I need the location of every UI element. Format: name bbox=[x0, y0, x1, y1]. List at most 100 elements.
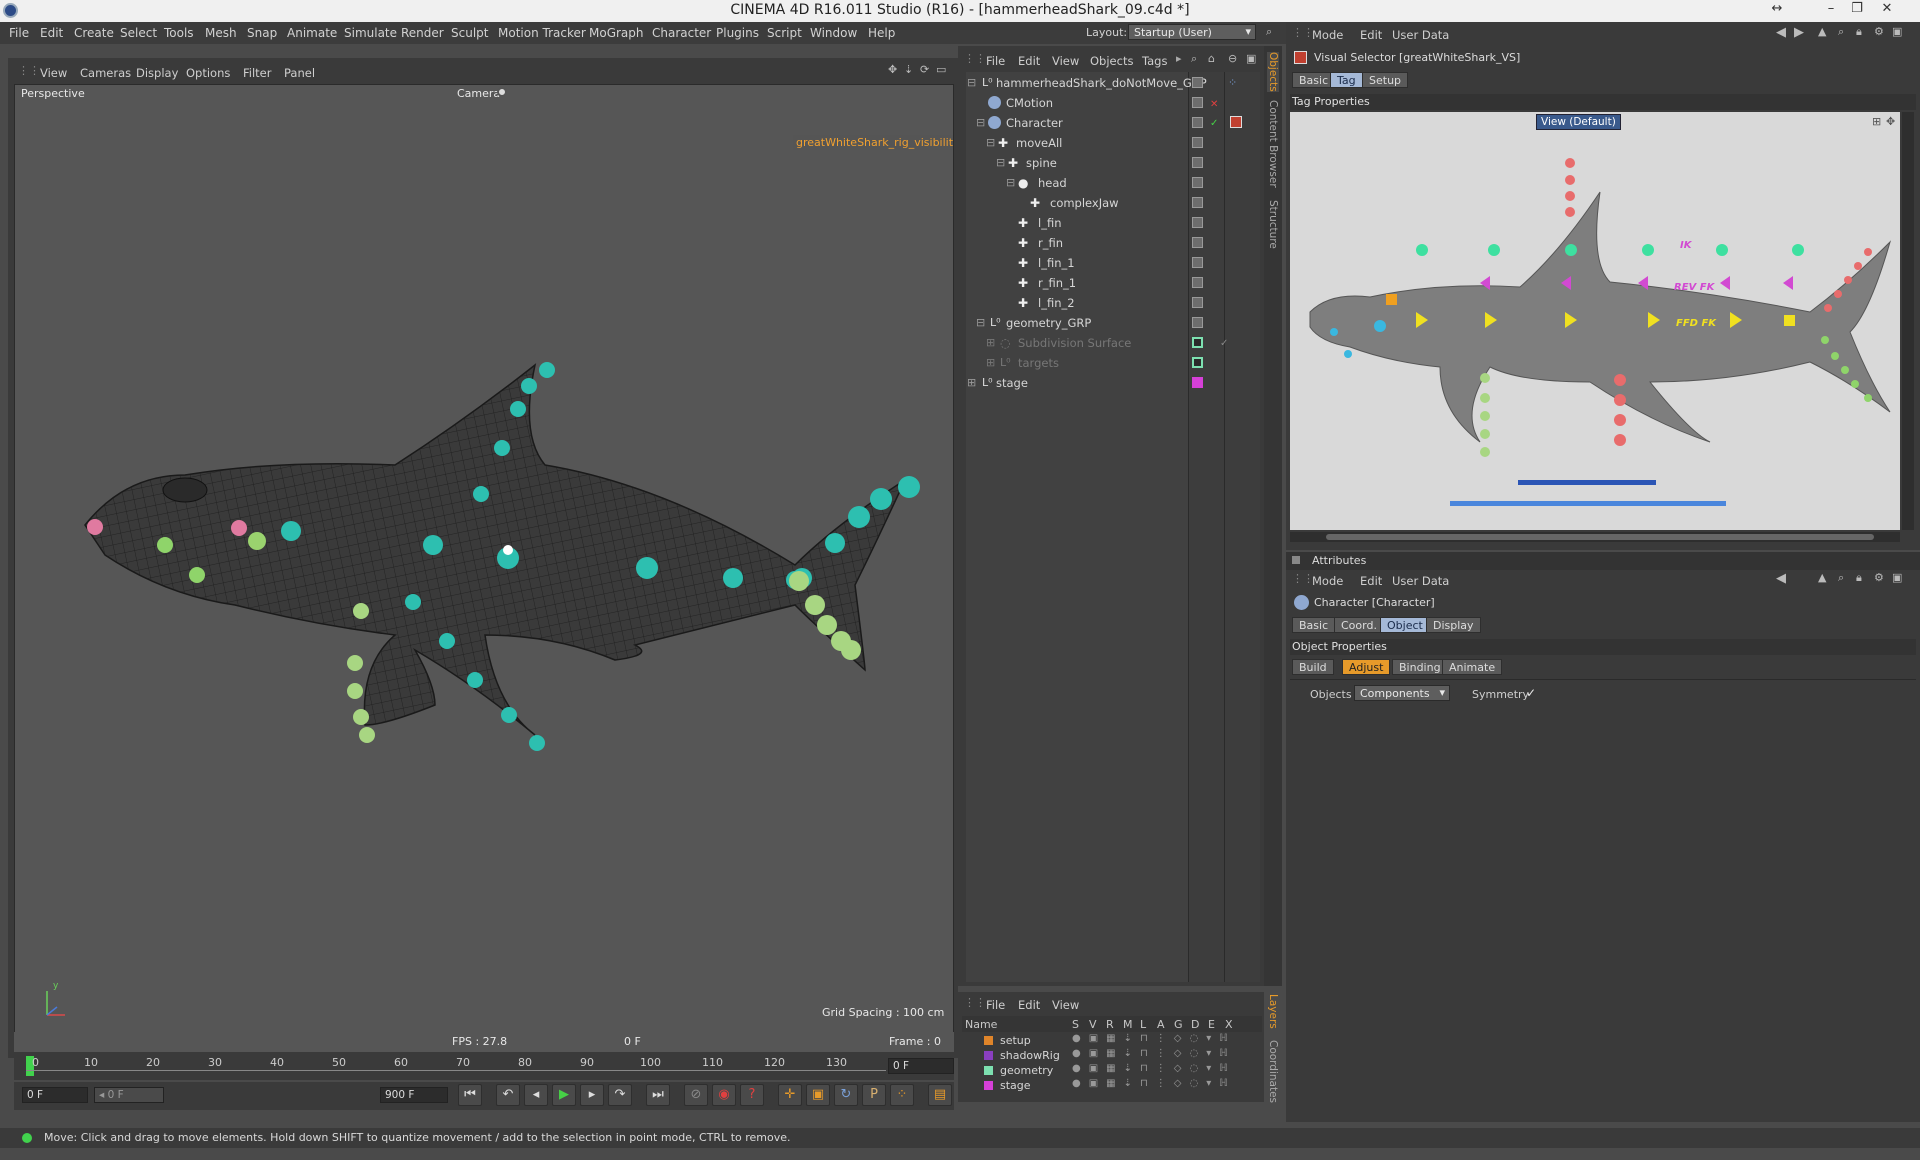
vs-tab-setup[interactable]: Setup bbox=[1362, 72, 1409, 88]
col-d[interactable]: D bbox=[1191, 1018, 1199, 1031]
menu-simulate[interactable]: Simulate bbox=[344, 26, 397, 40]
menu-edit[interactable]: Edit bbox=[40, 26, 63, 40]
om-menu-objects[interactable]: Objects bbox=[1090, 54, 1133, 68]
character-tag-icon[interactable] bbox=[1230, 116, 1242, 128]
layer-flag-icons[interactable]: ●▣▦⇣⊓⋮◇◌▾ℍ bbox=[1072, 1063, 1236, 1074]
layer-flag-stage[interactable] bbox=[1192, 377, 1203, 388]
layer-row-shadowrig[interactable]: shadowRig ●▣▦⇣⊓⋮◇◌▾ℍ bbox=[962, 1048, 1262, 1063]
range-slider[interactable]: ◂ 0 F bbox=[94, 1087, 164, 1103]
menu-script[interactable]: Script bbox=[767, 26, 802, 40]
attr-menu-edit[interactable]: Edit bbox=[1360, 574, 1382, 588]
layer-color-swatch[interactable] bbox=[984, 1036, 993, 1045]
tree-item-spine[interactable]: ⊟ ✚ spine bbox=[966, 153, 1259, 173]
lock-icon[interactable]: 🔒︎ bbox=[1856, 25, 1862, 39]
vs-menu-user-data[interactable]: User Data bbox=[1392, 28, 1449, 42]
current-frame-field[interactable]: 0 F bbox=[888, 1058, 954, 1074]
link-icon[interactable]: ⊖ bbox=[1228, 52, 1237, 65]
restore-button[interactable]: ❐ bbox=[1846, 1, 1868, 21]
visual-selector-canvas[interactable]: View (Default) ⊞ ✥ IK REV FK FFD FK bbox=[1290, 112, 1900, 530]
attr-tab-basic[interactable]: Basic bbox=[1292, 617, 1336, 633]
enabled-check-icon[interactable]: ✓ bbox=[1210, 118, 1218, 129]
tab-coordinates[interactable]: Coordinates bbox=[1267, 1040, 1279, 1103]
tree-item-l-fin-1[interactable]: ✚ l_fin_1 bbox=[966, 253, 1259, 273]
menu-motion-tracker[interactable]: Motion Tracker bbox=[498, 26, 586, 40]
layer-flag[interactable] bbox=[1192, 177, 1203, 188]
vp-menu-display[interactable]: Display bbox=[136, 66, 178, 80]
point-level-key-icon[interactable]: ⁘ bbox=[890, 1084, 914, 1106]
layer-row-geometry[interactable]: geometry ●▣▦⇣⊓⋮◇◌▾ℍ bbox=[962, 1063, 1262, 1078]
layer-flag[interactable] bbox=[1192, 217, 1203, 228]
back-icon[interactable]: ◀ bbox=[1776, 25, 1786, 40]
lm-menu-file[interactable]: File bbox=[986, 998, 1005, 1012]
collapse-icon[interactable]: ⊟ bbox=[986, 136, 995, 149]
om-menu-edit[interactable]: Edit bbox=[1018, 54, 1040, 68]
layer-color-swatch[interactable] bbox=[984, 1051, 993, 1060]
play-icon[interactable]: ▶ bbox=[552, 1084, 576, 1106]
new-window-icon[interactable]: ▣ bbox=[1892, 25, 1902, 38]
tab-layers[interactable]: Layers bbox=[1267, 994, 1279, 1029]
menu-tools[interactable]: Tools bbox=[164, 26, 194, 40]
rotate-view-icon[interactable]: ⟳ bbox=[920, 63, 929, 76]
search-icon[interactable]: ⌕ bbox=[1838, 25, 1844, 39]
tab-structure[interactable]: Structure bbox=[1267, 200, 1279, 249]
objects-select[interactable]: Components ▾ bbox=[1354, 685, 1450, 701]
vp-menu-cameras[interactable]: Cameras bbox=[80, 66, 131, 80]
layer-row-setup[interactable]: setup ●▣▦⇣⊓⋮◇◌▾ℍ bbox=[962, 1033, 1262, 1048]
next-frame-icon[interactable]: ▸ bbox=[580, 1084, 604, 1106]
layer-flag[interactable] bbox=[1192, 77, 1203, 88]
end-frame-field[interactable]: 900 F bbox=[380, 1087, 448, 1103]
vp-menu-options[interactable]: Options bbox=[186, 66, 230, 80]
col-e[interactable]: E bbox=[1208, 1018, 1215, 1031]
col-g[interactable]: G bbox=[1174, 1018, 1183, 1031]
layer-flag-geometry[interactable] bbox=[1192, 337, 1203, 348]
menu-animate[interactable]: Animate bbox=[287, 26, 337, 40]
parameter-key-icon[interactable]: P bbox=[862, 1084, 886, 1106]
layer-flag-icons[interactable]: ●▣▦⇣⊓⋮◇◌▾ℍ bbox=[1072, 1033, 1236, 1044]
menu-window[interactable]: Window bbox=[810, 26, 857, 40]
tree-item-stage[interactable]: ⊞ L⁰ stage bbox=[966, 373, 1259, 393]
symmetry-checkbox[interactable]: ✓ bbox=[1526, 686, 1536, 700]
search-icon[interactable]: ⌕ bbox=[1266, 25, 1272, 39]
zoom-view-icon[interactable]: ⇣ bbox=[904, 63, 913, 76]
om-menu-view[interactable]: View bbox=[1052, 54, 1079, 68]
vs-tab-basic[interactable]: Basic bbox=[1292, 72, 1336, 88]
layer-row-stage[interactable]: stage ●▣▦⇣⊓⋮◇◌▾ℍ bbox=[962, 1078, 1262, 1093]
search-icon[interactable]: ⌕ bbox=[1191, 52, 1197, 66]
menu-character[interactable]: Character bbox=[652, 26, 711, 40]
layout-select[interactable]: Startup (User) ▾ bbox=[1128, 24, 1256, 40]
vs-menu-edit[interactable]: Edit bbox=[1360, 28, 1382, 42]
lm-menu-edit[interactable]: Edit bbox=[1018, 998, 1040, 1012]
collapse-icon[interactable]: ⊟ bbox=[976, 316, 985, 329]
attr-tab-display[interactable]: Display bbox=[1426, 617, 1481, 633]
vp-menu-filter[interactable]: Filter bbox=[243, 66, 271, 80]
attr-menu-user-data[interactable]: User Data bbox=[1392, 574, 1449, 588]
menu-select[interactable]: Select bbox=[120, 26, 157, 40]
forward-icon[interactable]: ▶ bbox=[1794, 25, 1804, 40]
col-m[interactable]: M bbox=[1123, 1018, 1133, 1031]
3d-viewport[interactable]: Perspective Camera greatWhiteShark_rig_v… bbox=[14, 84, 954, 1052]
move-view-icon[interactable]: ✥ bbox=[888, 63, 897, 76]
up-icon[interactable]: ▲ bbox=[1818, 571, 1826, 584]
layer-flag-icons[interactable]: ●▣▦⇣⊓⋮◇◌▾ℍ bbox=[1072, 1078, 1236, 1089]
layer-color-swatch[interactable] bbox=[984, 1081, 993, 1090]
vs-menu-mode[interactable]: Mode bbox=[1312, 28, 1343, 42]
minimize-button[interactable]: – bbox=[1820, 1, 1842, 21]
menu-create[interactable]: Create bbox=[74, 26, 114, 40]
scrollbar-thumb[interactable] bbox=[1326, 534, 1874, 540]
menu-render[interactable]: Render bbox=[401, 26, 444, 40]
visual-selector-tag-icon[interactable]: ⁘ bbox=[1228, 76, 1237, 89]
attr-tab-object[interactable]: Object bbox=[1380, 617, 1430, 633]
start-frame-field[interactable]: 0 F bbox=[22, 1087, 88, 1103]
scale-key-icon[interactable]: ▣ bbox=[806, 1084, 830, 1106]
menu-help[interactable]: Help bbox=[868, 26, 895, 40]
back-icon[interactable]: ◀ bbox=[1776, 571, 1786, 586]
expand-icon[interactable]: ⊞ bbox=[986, 336, 995, 349]
attr-tab-coord[interactable]: Coord. bbox=[1334, 617, 1384, 633]
tab-content-browser[interactable]: Content Browser bbox=[1267, 100, 1279, 188]
col-a[interactable]: A bbox=[1157, 1018, 1165, 1031]
layer-flag-geometry[interactable] bbox=[1192, 357, 1203, 368]
layer-color-swatch[interactable] bbox=[984, 1066, 993, 1075]
tree-item-r-fin-1[interactable]: ✚ r_fin_1 bbox=[966, 273, 1259, 293]
tree-item-subdivision-surface[interactable]: ⊞ ◌ Subdivision Surface bbox=[966, 333, 1259, 353]
collapse-icon[interactable]: ⊟ bbox=[996, 156, 1005, 169]
